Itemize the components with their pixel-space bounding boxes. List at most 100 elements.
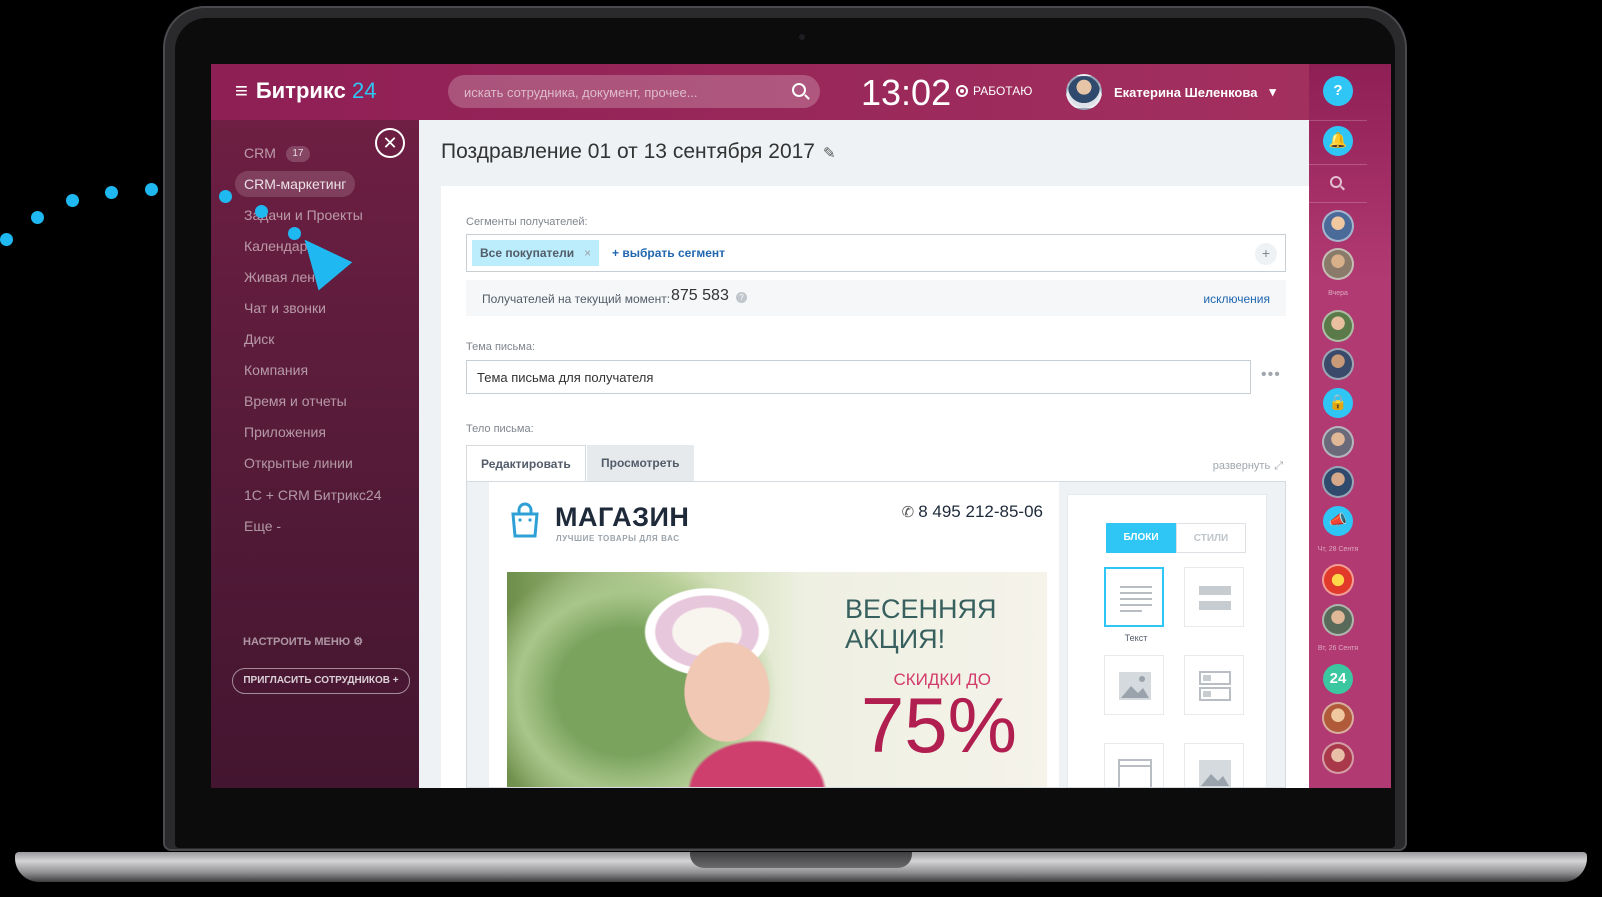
contact-avatar[interactable] [1322, 348, 1354, 380]
text-block-tile[interactable]: Текст [1104, 567, 1164, 643]
close-icon[interactable]: ✕ [375, 128, 405, 158]
subject-label: Тема письма: [466, 341, 536, 353]
sidebar-item-time[interactable]: Время и отчеты [235, 388, 356, 414]
banner-title: ВЕСЕННЯЯ АКЦИЯ! [845, 594, 997, 654]
recipients-count: 875 583 [671, 287, 729, 304]
remove-tag-icon[interactable]: × [584, 246, 591, 260]
pencil-icon[interactable]: ✎ [823, 144, 836, 162]
work-status-button[interactable]: РАБОТАЮ [956, 84, 1032, 98]
main-content: Поздравление 01 от 13 сентября 2017 ✎ Сег… [419, 120, 1309, 788]
contact-avatar[interactable] [1322, 310, 1354, 342]
invite-button[interactable]: ПРИГЛАСИТЬ СОТРУДНИКОВ + [232, 668, 410, 694]
search-icon[interactable] [792, 83, 806, 97]
expand-label: развернуть [1212, 460, 1271, 472]
date-divider: Вт, 26 Сентя [1317, 645, 1359, 652]
search-box [448, 75, 820, 108]
sidebar-item-more[interactable]: Еще - [235, 513, 290, 539]
user-menu[interactable]: Екатерина Шеленкова ▾ [1066, 74, 1276, 110]
tab-styles[interactable]: СТИЛИ [1176, 523, 1246, 553]
contact-avatar[interactable] [1322, 742, 1354, 774]
decor-dot [288, 227, 301, 240]
body-label: Тело письма: [466, 423, 534, 435]
divider [1309, 202, 1367, 203]
info-icon[interactable]: ? [736, 292, 747, 303]
laptop-notch [690, 852, 912, 868]
divider-block-icon [1199, 586, 1231, 610]
page-title: Поздравление 01 от 13 сентября 2017 ✎ [441, 140, 836, 164]
decor-dot [105, 186, 118, 199]
sidebar-item-crm-marketing[interactable]: CRM-маркетинг [235, 171, 356, 197]
tab-blocks[interactable]: БЛОКИ [1106, 523, 1176, 553]
lock-icon[interactable]: 🔒 [1323, 388, 1353, 418]
expand-icon: ⤢ [1274, 460, 1283, 472]
top-header: ≡ Битрикс 24 13:02 РАБОТАЮ Екатерина Шеле… [211, 64, 1331, 120]
bitrix24-badge[interactable]: 24 [1323, 664, 1353, 694]
contact-avatar[interactable] [1322, 426, 1354, 458]
left-sidebar: ✕ CRM 17 CRM-маркетинг Задачи и Проекты К… [211, 120, 419, 788]
shopping-bag-icon [511, 502, 539, 538]
segment-tag[interactable]: Все покупатели × [472, 240, 600, 266]
sidebar-item-chat[interactable]: Чат и звонки [235, 295, 335, 321]
contact-avatar[interactable] [1322, 564, 1354, 596]
help-icon[interactable]: ? [1323, 76, 1353, 106]
date-divider: Чт, 28 Сентя [1317, 546, 1359, 553]
decor-dot [0, 233, 13, 246]
decor-dot [66, 194, 79, 207]
sidebar-item-open-lines[interactable]: Открытые линии [235, 450, 362, 476]
expand-link[interactable]: развернуть ⤢ [1213, 460, 1283, 473]
decor-dot [31, 211, 44, 224]
shop-name: МАГАЗИН [555, 502, 690, 532]
banner-percent: 75% [860, 681, 1017, 769]
contact-avatar[interactable] [1322, 248, 1354, 280]
tab-preview[interactable]: Просмотреть [587, 445, 694, 481]
sidebar-item-company[interactable]: Компания [235, 357, 317, 383]
plus-icon[interactable]: + [1255, 243, 1277, 265]
phone-number: ✆ 8 495 212-85-06 [902, 502, 1043, 522]
text-block-icon [1120, 586, 1152, 612]
add-segment-link[interactable]: + выбрать сегмент [612, 246, 725, 260]
contact-avatar[interactable] [1322, 210, 1354, 242]
mailing-form: Сегменты получателей: Все покупатели × + … [441, 186, 1309, 788]
gear-icon: ⚙ [353, 636, 364, 648]
page-title-text: Поздравление 01 от 13 сентября 2017 [441, 140, 815, 163]
rail-search-icon[interactable] [1330, 176, 1342, 188]
work-status-label: РАБОТАЮ [973, 84, 1033, 98]
search-input[interactable] [464, 82, 784, 102]
megaphone-icon[interactable]: 📣 [1323, 506, 1353, 536]
menu-burger-icon[interactable]: ≡ [235, 78, 248, 103]
code-block-tile[interactable] [1104, 743, 1164, 787]
configure-menu-link[interactable]: НАСТРОИТЬ МЕНЮ ⚙ [243, 635, 363, 648]
logo-number: 24 [352, 78, 377, 103]
sidebar-item-disk[interactable]: Диск [235, 326, 283, 352]
segment-tag-label: Все покупатели [480, 246, 575, 260]
blocks-panel: БЛОКИ СТИЛИ Текст [1067, 494, 1267, 787]
tab-edit[interactable]: Редактировать [466, 445, 586, 483]
image-block-tile-2[interactable] [1184, 743, 1244, 787]
chevron-down-icon: ▾ [1269, 84, 1276, 99]
camera [799, 34, 805, 40]
bell-icon[interactable]: 🔔 [1323, 126, 1353, 156]
image-block-tile[interactable] [1104, 655, 1164, 715]
exclusions-link[interactable]: исключения [1203, 292, 1270, 306]
divider [1309, 164, 1367, 165]
right-rail: ? 🔔 Вчера 🔒 📣 Чт, 28 Сентя Вт, 26 Сентя … [1309, 64, 1391, 788]
contact-avatar[interactable] [1322, 702, 1354, 734]
date-divider: Вчера [1328, 290, 1348, 297]
segments-field[interactable]: Все покупатели × + выбрать сегмент + [466, 234, 1286, 272]
subject-input[interactable] [466, 360, 1251, 394]
configure-label: НАСТРОИТЬ МЕНЮ [243, 636, 351, 648]
code-block-icon [1118, 759, 1152, 787]
contact-avatar[interactable] [1322, 604, 1354, 636]
email-preview[interactable]: МАГАЗИН ЛУЧШИЕ ТОВАРЫ ДЛЯ ВАС ✆ 8 495 212… [489, 482, 1059, 787]
screen: ≡ Битрикс 24 13:02 РАБОТАЮ Екатерина Шеле… [211, 64, 1391, 788]
logo[interactable]: ≡ Битрикс 24 [235, 78, 376, 104]
sidebar-item-crm[interactable]: CRM 17 [235, 140, 319, 166]
contact-avatar[interactable] [1322, 466, 1354, 498]
sidebar-item-1c[interactable]: 1С + CRM Битрикс24 [235, 482, 391, 508]
image-text-block-tile[interactable] [1184, 655, 1244, 715]
divider-block-tile[interactable] [1184, 567, 1244, 627]
phone-icon: ✆ [901, 504, 915, 521]
sidebar-item-apps[interactable]: Приложения [235, 419, 335, 445]
more-dots-icon[interactable]: ••• [1261, 366, 1281, 384]
user-name: Екатерина Шеленкова [1114, 84, 1258, 100]
